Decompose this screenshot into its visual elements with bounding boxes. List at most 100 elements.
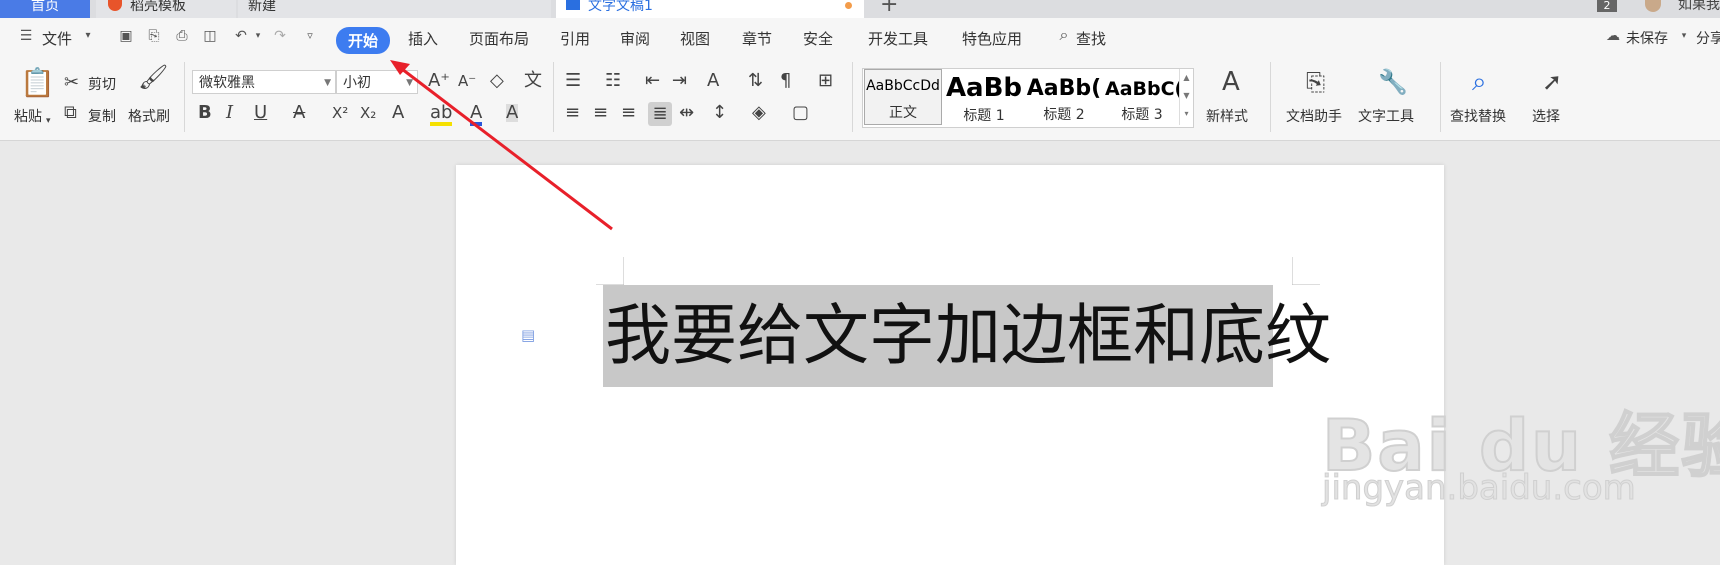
char-shading-icon[interactable]: A: [506, 104, 519, 122]
align-center-icon[interactable]: ≡: [593, 104, 608, 122]
new-style-button[interactable]: 新样式: [1206, 106, 1248, 126]
show-marks-icon[interactable]: ¶: [780, 72, 791, 90]
add-tab-button[interactable]: +: [880, 0, 898, 16]
tab-references[interactable]: 引用: [560, 28, 590, 49]
style-heading-2[interactable]: AaBb( 标题 2: [1025, 69, 1103, 125]
tab-new[interactable]: 新建: [238, 0, 551, 18]
distributed-icon[interactable]: ⇹: [679, 104, 694, 122]
cut-button[interactable]: 剪切: [88, 74, 116, 94]
tab-developer[interactable]: 开发工具: [868, 28, 928, 49]
underline-icon[interactable]: U: [254, 104, 267, 122]
ribbon: 📋 粘贴 ▾ ✂ 剪切 ⧉ 复制 🖌 格式刷 微软雅黑 ▼ 小初 ▼ A⁺ A⁻ ◇…: [0, 54, 1720, 141]
bold-icon[interactable]: B: [198, 104, 212, 122]
format-painter-button[interactable]: 格式刷: [128, 106, 170, 126]
new-style-icon[interactable]: A: [1222, 68, 1240, 96]
tab-chapter[interactable]: 章节: [742, 28, 772, 49]
unsaved-status[interactable]: 未保存: [1626, 28, 1668, 48]
tab-page-layout[interactable]: 页面布局: [469, 28, 529, 49]
cut-icon[interactable]: ✂: [64, 74, 79, 92]
strikethrough-icon[interactable]: A: [293, 104, 305, 122]
paste-chevron-down-icon[interactable]: ▾: [46, 112, 51, 130]
justify-icon[interactable]: ≣: [648, 102, 672, 126]
paste-button[interactable]: 粘贴: [14, 106, 42, 126]
font-color-icon[interactable]: A: [470, 104, 483, 126]
hamburger-icon[interactable]: ☰: [18, 29, 34, 43]
doc-helper-button[interactable]: 文档助手: [1286, 106, 1342, 126]
phonetic-guide-icon[interactable]: 文: [524, 72, 542, 90]
line-spacing-icon[interactable]: ↕: [712, 104, 727, 122]
customize-toolbar-icon[interactable]: ▿: [302, 29, 318, 43]
increase-indent-icon[interactable]: ⇥: [672, 72, 687, 90]
borders-icon[interactable]: ▢: [792, 104, 809, 122]
print-preview-icon[interactable]: ◫: [202, 29, 218, 43]
divider: [852, 62, 853, 132]
tab-templates[interactable]: 稻壳模板: [96, 0, 236, 18]
shrink-font-icon[interactable]: A⁻: [458, 72, 476, 90]
unsaved-chevron-down-icon[interactable]: ▾: [1676, 29, 1692, 43]
tab-home[interactable]: 首页: [0, 0, 90, 18]
sort-icon[interactable]: ⇅: [748, 72, 763, 90]
undo-icon[interactable]: ↶: [233, 29, 249, 43]
tab-start[interactable]: 开始: [336, 27, 391, 54]
grow-font-icon[interactable]: A⁺: [428, 72, 450, 90]
find-replace-button[interactable]: 查找替换: [1450, 106, 1506, 126]
divider: [1440, 62, 1441, 132]
style-sample: AaBb: [945, 73, 1023, 103]
style-gallery-scroll[interactable]: ▲ ▼ ▾: [1179, 69, 1193, 125]
text-direction-icon[interactable]: A: [707, 72, 719, 90]
clear-format-icon[interactable]: ◇: [490, 72, 504, 90]
copy-button[interactable]: 复制: [88, 106, 116, 126]
superscript-icon[interactable]: X²: [332, 104, 348, 122]
chevron-down-icon: ▼: [324, 78, 331, 88]
redo-icon[interactable]: ↷: [272, 29, 288, 43]
tab-special-apps[interactable]: 特色应用: [962, 28, 1022, 49]
wrench-icon[interactable]: 🔧: [1378, 68, 1408, 96]
bullets-icon[interactable]: ☰: [565, 72, 581, 90]
search-command[interactable]: 查找: [1076, 28, 1106, 49]
subscript-icon[interactable]: X₂: [360, 104, 376, 122]
select-cursor-icon[interactable]: ➚: [1542, 68, 1562, 96]
tab-insert[interactable]: 插入: [408, 28, 438, 49]
highlight-icon[interactable]: ab: [430, 104, 453, 126]
style-sample: AaBbC(: [1105, 78, 1179, 100]
paste-icon[interactable]: 📋: [20, 68, 55, 98]
print-icon[interactable]: ⎙: [174, 29, 190, 43]
format-painter-icon[interactable]: 🖌: [138, 65, 168, 89]
align-left-icon[interactable]: ≡: [565, 104, 580, 122]
export-pdf-icon[interactable]: ⎘: [146, 29, 162, 43]
cloud-icon[interactable]: ☁: [1605, 29, 1621, 43]
find-replace-icon[interactable]: ⌕: [1472, 68, 1487, 96]
tab-security[interactable]: 安全: [803, 28, 833, 49]
align-right-icon[interactable]: ≡: [621, 104, 636, 122]
doc-helper-icon[interactable]: ⎘: [1306, 68, 1325, 96]
undo-dropdown-icon[interactable]: ▾: [250, 29, 266, 43]
style-heading-1[interactable]: AaBb 标题 1: [945, 69, 1023, 125]
copy-icon[interactable]: ⧉: [64, 104, 77, 122]
file-menu[interactable]: 文件: [42, 28, 72, 49]
selected-heading-text[interactable]: 我要给文字加边框和底纹: [603, 285, 1331, 387]
text-effect-icon[interactable]: A: [392, 104, 404, 122]
user-name[interactable]: 如果我: [1678, 0, 1720, 12]
paragraph-layout-icon[interactable]: ▤: [521, 326, 535, 344]
decrease-indent-icon[interactable]: ⇤: [645, 72, 660, 90]
shading-icon[interactable]: ◈: [752, 104, 766, 122]
style-normal[interactable]: AaBbCcDd 正文: [864, 69, 942, 125]
tab-review[interactable]: 审阅: [620, 28, 650, 49]
font-name-select[interactable]: 微软雅黑 ▼: [192, 70, 336, 94]
font-size-select[interactable]: 小初 ▼: [336, 70, 418, 94]
text-tools-button[interactable]: 文字工具: [1358, 106, 1414, 126]
style-heading-3[interactable]: AaBbC( 标题 3: [1105, 69, 1179, 125]
numbering-icon[interactable]: ☷: [605, 72, 621, 90]
avatar[interactable]: [1645, 0, 1661, 12]
tab-view[interactable]: 视图: [680, 28, 710, 49]
italic-icon[interactable]: I: [226, 104, 233, 122]
file-menu-chevron-down-icon[interactable]: ▾: [80, 29, 96, 43]
tab-document[interactable]: 文字文稿1: [556, 0, 864, 18]
search-icon[interactable]: ⌕: [1056, 27, 1072, 43]
select-button[interactable]: 选择: [1532, 106, 1560, 126]
share-button[interactable]: 分享: [1696, 28, 1720, 48]
menu-bar: ☰ 文件 ▾ ▣ ⎘ ⎙ ◫ ↶ ▾ ↷ ▿ 开始 插入 页面布局 引用 审阅 …: [0, 18, 1720, 54]
save-icon[interactable]: ▣: [118, 29, 134, 43]
window-count-badge[interactable]: 2: [1597, 0, 1617, 12]
table-borders-icon[interactable]: ⊞: [818, 72, 833, 90]
